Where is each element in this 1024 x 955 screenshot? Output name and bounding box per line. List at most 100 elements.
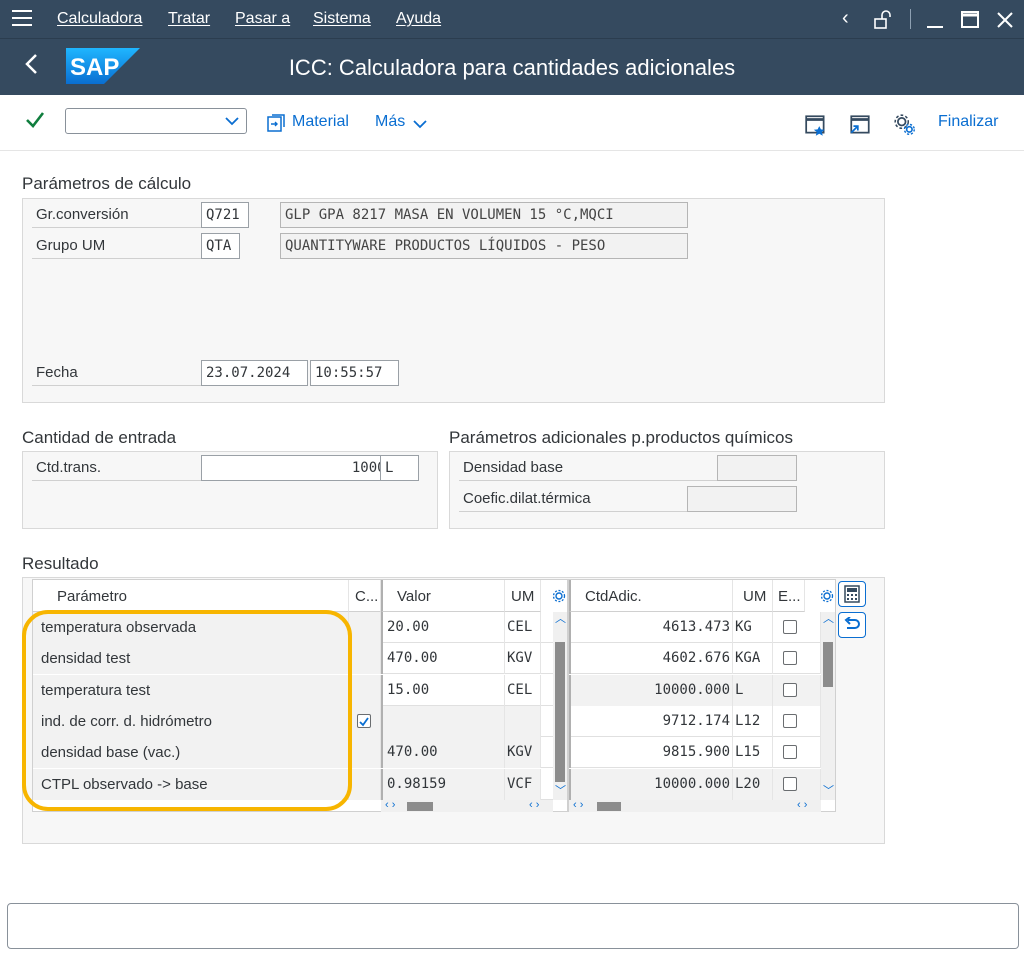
col-header-value[interactable]: Valor	[381, 580, 505, 612]
menu-tratar[interactable]: Tratar	[168, 10, 210, 28]
c-cell[interactable]	[349, 737, 381, 769]
um-cell[interactable]: CEL	[505, 674, 541, 706]
um-cell[interactable]: CEL	[505, 612, 541, 643]
menu-ayuda[interactable]: Ayuda	[396, 10, 441, 28]
chevron-left-icon[interactable]: ‹	[842, 7, 849, 30]
hscroll-thumb[interactable]	[407, 802, 433, 811]
params-title: Parámetros de cálculo	[22, 174, 192, 193]
material-button[interactable]: Material	[292, 113, 349, 131]
table-row[interactable]: temperatura observada 20.00 CEL	[33, 612, 553, 643]
um-cell: L12	[733, 705, 773, 737]
chevron-down-icon[interactable]	[412, 118, 428, 130]
window-arrow-icon[interactable]	[848, 113, 872, 137]
window-star-icon[interactable]	[804, 113, 828, 137]
scroll-thumb[interactable]	[823, 642, 833, 687]
qty-table-vscroll[interactable]: ︿ ﹀	[821, 612, 835, 800]
table-row[interactable]: 10000.000 L	[569, 674, 821, 706]
more-button[interactable]: Más	[375, 113, 405, 131]
qty-cell: 9815.900	[569, 737, 733, 769]
expansion-coef-field	[687, 486, 797, 512]
table-row[interactable]: 4602.676 KGA	[569, 643, 821, 675]
c-cell[interactable]	[349, 768, 381, 800]
table-row[interactable]: ind. de corr. d. hidrómetro	[33, 705, 553, 737]
value-cell[interactable]: 15.00	[381, 674, 505, 706]
e-checkbox[interactable]	[783, 620, 797, 634]
e-checkbox[interactable]	[783, 713, 797, 728]
table-row[interactable]: densidad test 470.00 KGV	[33, 643, 553, 675]
scroll-left-icon[interactable]: ‹ ›	[573, 800, 583, 811]
e-checkbox[interactable]	[783, 745, 797, 760]
col-header-qty[interactable]: CtdAdic.	[569, 580, 733, 612]
um-cell[interactable]: KGV	[505, 643, 541, 675]
scroll-right-icon[interactable]: ‹ ›	[529, 800, 539, 811]
undo-icon	[844, 616, 860, 629]
c-cell[interactable]	[349, 643, 381, 675]
maximize-icon[interactable]	[960, 10, 980, 30]
lock-icon[interactable]	[873, 10, 893, 30]
check-icon[interactable]	[24, 109, 46, 131]
material-icon[interactable]	[266, 113, 286, 133]
chevron-down-icon[interactable]	[224, 115, 240, 127]
col-header-c[interactable]: C...	[349, 580, 381, 612]
e-checkbox[interactable]	[783, 776, 797, 791]
col-header-um[interactable]: UM	[505, 580, 541, 612]
input-qty-group: Ctd.trans. 10000 L	[22, 451, 438, 529]
transfer-unit-field[interactable]: L	[380, 455, 419, 481]
scroll-left-icon[interactable]: ‹ ›	[385, 800, 395, 811]
c-cell[interactable]	[349, 612, 381, 643]
table-row[interactable]: 10000.000 L20	[569, 768, 821, 800]
hscroll-thumb[interactable]	[597, 802, 621, 811]
transfer-qty-field[interactable]: 10000	[201, 455, 399, 481]
e-checkbox[interactable]	[783, 651, 797, 666]
settings-icon[interactable]	[820, 589, 834, 603]
col-header-um2[interactable]: UM	[733, 580, 773, 612]
table-row[interactable]: CTPL observado -> base 0.98159 VCF	[33, 768, 553, 800]
table-row[interactable]: 9815.900 L15	[569, 737, 821, 769]
base-density-label: Densidad base	[459, 455, 719, 481]
minimize-icon[interactable]	[925, 10, 945, 30]
menu-sistema[interactable]: Sistema	[313, 10, 371, 28]
hamburger-icon[interactable]	[12, 10, 32, 26]
close-icon[interactable]	[995, 10, 1015, 30]
calculator-button[interactable]	[838, 581, 866, 607]
qty-cell: 10000.000	[569, 674, 733, 706]
e-cell	[773, 674, 821, 706]
um-cell	[505, 705, 541, 737]
scroll-down-icon[interactable]: ﹀	[823, 786, 834, 797]
col-header-param[interactable]: Parámetro	[33, 580, 349, 612]
scroll-right-icon[interactable]: ‹ ›	[797, 800, 807, 811]
value-cell[interactable]: 470.00	[381, 643, 505, 675]
settings-icon[interactable]	[552, 589, 566, 603]
time-field[interactable]: 10:55:57	[310, 360, 399, 386]
correction-checkbox[interactable]	[357, 713, 371, 728]
expansion-coef-label: Coefic.dilat.térmica	[459, 486, 719, 512]
scroll-up-icon[interactable]: ︿	[823, 614, 834, 625]
date-field[interactable]: 23.07.2024	[201, 360, 308, 386]
param-cell: densidad base (vac.)	[33, 737, 349, 769]
toolbar: Material Más Finalizar	[0, 95, 1024, 151]
col-header-e[interactable]: E...	[773, 580, 805, 612]
scroll-thumb[interactable]	[555, 642, 565, 782]
conv-group-code-field[interactable]: Q721	[201, 202, 249, 228]
table-row[interactable]: densidad base (vac.) 470.00 KGV	[33, 737, 553, 769]
undo-button[interactable]	[838, 612, 866, 638]
scroll-down-icon[interactable]: ﹀	[555, 786, 566, 797]
params-table-hscroll[interactable]: ‹ › ‹ ›	[381, 800, 553, 812]
value-cell[interactable]: 20.00	[381, 612, 505, 643]
scroll-up-icon[interactable]: ︿	[555, 614, 566, 625]
command-field[interactable]	[65, 108, 247, 134]
table-row[interactable]: 9712.174 L12	[569, 705, 821, 737]
um-group-code-field[interactable]: QTA	[201, 233, 240, 259]
finish-button[interactable]: Finalizar	[938, 113, 998, 131]
menu-pasar-a[interactable]: Pasar a	[235, 10, 290, 28]
menu-calculadora[interactable]: Calculadora	[57, 10, 142, 28]
gear-icon[interactable]	[893, 113, 917, 137]
check-icon	[359, 717, 369, 727]
qty-table-hscroll[interactable]: ‹ › ‹ ›	[569, 800, 821, 812]
params-table-vscroll[interactable]: ︿ ﹀	[553, 612, 567, 800]
table-row[interactable]: 4613.473 KG	[569, 612, 821, 643]
c-cell[interactable]	[349, 674, 381, 706]
param-cell: temperatura observada	[33, 612, 349, 643]
table-row[interactable]: temperatura test 15.00 CEL	[33, 674, 553, 706]
e-checkbox[interactable]	[783, 682, 797, 697]
